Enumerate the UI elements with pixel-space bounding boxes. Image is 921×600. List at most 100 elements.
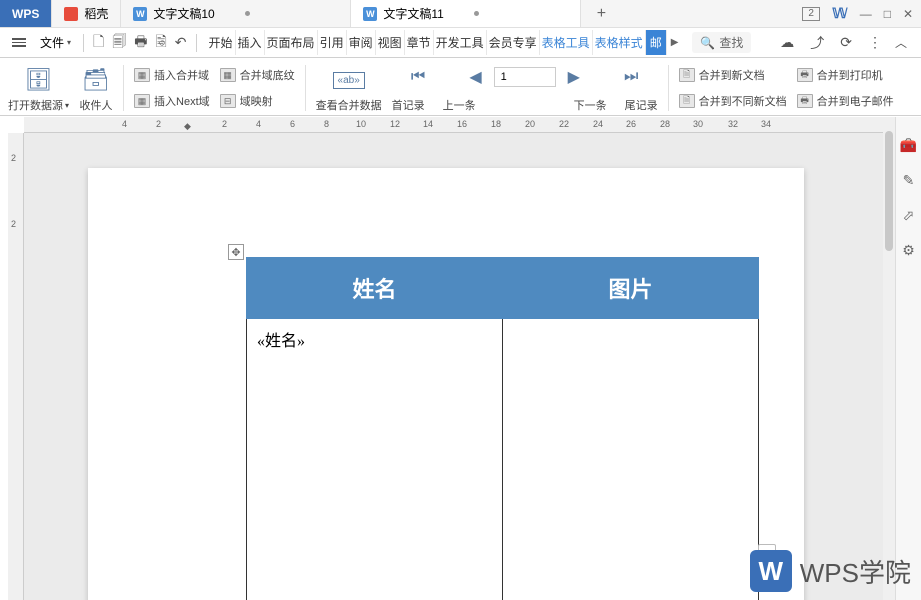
doc-icon: 🗎	[679, 68, 695, 82]
hamburger-menu[interactable]	[6, 33, 32, 52]
sync-icon[interactable]: ⟳	[837, 32, 855, 53]
insert-merge-field[interactable]: ▦插入合并域	[134, 65, 210, 85]
maximize-button[interactable]: □	[884, 7, 891, 21]
document-table[interactable]: 姓名 图片 «姓名»	[246, 257, 759, 600]
share-icon[interactable]: ⤴	[807, 31, 827, 55]
hamburger-icon	[12, 36, 26, 49]
app-tab[interactable]: WPS	[0, 0, 52, 27]
pen-icon[interactable]: ✎	[903, 172, 915, 189]
titlebar: WPS 稻壳 W文字文稿10 W文字文稿11 + 2 𝕎 — □ ✕	[0, 0, 921, 28]
menubar: 文件▾ 🗋 🗐 🖶 🗟 ↶ 开始 插入 页面布局 引用 审阅 视图 章节 开发工…	[0, 28, 921, 58]
modified-dot	[474, 11, 479, 16]
last-record[interactable]: ⏭	[620, 68, 642, 86]
table-move-handle[interactable]: ✥	[228, 244, 244, 260]
horizontal-ruler[interactable]: 4 2 ◆ 2 4 6 8 10 12 14 16 18 20 22 24 26…	[24, 117, 895, 133]
minimize-button[interactable]: —	[860, 7, 872, 21]
menu-view[interactable]: 视图	[376, 30, 405, 55]
file-menu[interactable]: 文件▾	[34, 31, 77, 54]
separator	[305, 65, 306, 111]
indent-marker[interactable]: ◆	[184, 121, 194, 129]
page[interactable]: ✥ 姓名 图片 «姓名» +	[88, 168, 804, 600]
separator	[123, 65, 124, 111]
prev-record[interactable]: ◀	[465, 67, 485, 87]
ribbon: 🗄 打开数据源▾ 🗃 收件人 ▦插入合并域 ▦插入Next域 ▦合并域底纹 ⊟域…	[0, 58, 921, 116]
menu-items: 开始 插入 页面布局 引用 审阅 视图 章节 开发工具 会员专享 表格工具 表格…	[207, 30, 683, 55]
table-add-handle[interactable]: +	[758, 544, 776, 562]
field-icon: ▦	[134, 68, 150, 82]
wps-logo-icon[interactable]: 𝕎	[832, 5, 848, 22]
first-record-label: 首记录	[392, 97, 425, 113]
cloud-icon[interactable]: ☁	[777, 32, 797, 53]
separator	[668, 65, 669, 111]
menu-start[interactable]: 开始	[207, 30, 236, 55]
menu-devtools[interactable]: 开发工具	[434, 30, 487, 55]
doc-tab-1[interactable]: W文字文稿11	[351, 0, 581, 27]
doc-tab-0[interactable]: W文字文稿10	[121, 0, 351, 27]
merge-to-printer[interactable]: 🖶合并到打印机	[797, 65, 894, 85]
doc-icon: W	[363, 7, 377, 21]
document-area: ✥ 姓名 图片 «姓名» +	[24, 133, 895, 600]
menu-tablestyle[interactable]: 表格样式	[593, 30, 646, 55]
menu-section[interactable]: 章节	[405, 30, 434, 55]
collapse-ribbon[interactable]: ︿	[895, 34, 907, 51]
settings-icon[interactable]: ⚙	[902, 242, 915, 259]
new-tab-button[interactable]: +	[581, 0, 621, 27]
window-count[interactable]: 2	[802, 7, 820, 21]
next-record[interactable]: ▶	[564, 67, 584, 87]
first-record[interactable]: ⏮	[407, 68, 429, 86]
table-cell-picture[interactable]	[503, 319, 759, 600]
menu-scroll-right[interactable]: ▶	[667, 35, 683, 50]
merge-field-shading[interactable]: ▦合并域底纹	[220, 65, 295, 85]
last-record-label: 尾记录	[625, 97, 658, 113]
shading-icon: ▦	[220, 68, 236, 82]
recipients[interactable]: 🗃 收件人	[79, 65, 113, 113]
toolbox-icon[interactable]: 🧰	[900, 137, 917, 154]
menu-mail[interactable]: 邮	[646, 30, 667, 55]
separator	[83, 34, 84, 52]
open-data-source[interactable]: 🗄 打开数据源▾	[8, 65, 69, 113]
menu-pagelayout[interactable]: 页面布局	[265, 30, 318, 55]
chevron-down-icon: ▾	[67, 38, 71, 47]
menu-review[interactable]: 审阅	[347, 30, 376, 55]
docker-icon	[64, 7, 78, 21]
view-merged-data[interactable]: «ab» 查看合并数据	[316, 65, 382, 113]
preview-icon[interactable]: 🗟	[153, 29, 170, 57]
prev-record-label: 上一条	[443, 97, 476, 113]
search-box[interactable]: 🔍查找	[692, 32, 751, 53]
printer-icon: 🖶	[797, 68, 813, 82]
table-cell-name[interactable]: «姓名»	[247, 319, 503, 600]
docker-tab[interactable]: 稻壳	[52, 0, 121, 27]
email-icon: 🖶	[797, 94, 813, 108]
field-icon: ▦	[134, 94, 150, 108]
datasource-icon: 🗄	[22, 65, 56, 95]
search-icon: 🔍	[700, 36, 715, 50]
merge-to-diff-doc[interactable]: 🗎合并到不同新文档	[679, 91, 787, 111]
record-number-input[interactable]	[494, 67, 556, 87]
field-mapping[interactable]: ⊟域映射	[220, 91, 295, 111]
close-button[interactable]: ✕	[903, 7, 913, 21]
menu-member[interactable]: 会员专享	[487, 30, 540, 55]
insert-next-field[interactable]: ▦插入Next域	[134, 91, 210, 111]
undo-icon[interactable]: ↶	[172, 32, 190, 53]
print-icon[interactable]: 🗐	[109, 29, 129, 57]
print-preview-icon[interactable]: 🖶	[131, 29, 150, 57]
vertical-ruler[interactable]: 2 2	[8, 133, 24, 600]
table-header-picture[interactable]: 图片	[503, 258, 759, 319]
select-icon[interactable]: ⬀	[903, 207, 915, 224]
view-icon: «ab»	[332, 65, 366, 95]
menu-insert[interactable]: 插入	[236, 30, 265, 55]
more-icon[interactable]: ⋮	[865, 32, 885, 53]
table-header-name[interactable]: 姓名	[247, 258, 503, 319]
merge-to-new-doc[interactable]: 🗎合并到新文档	[679, 65, 787, 85]
menu-tabletools[interactable]: 表格工具	[540, 30, 593, 55]
next-record-label: 下一条	[574, 97, 607, 113]
vertical-scrollbar[interactable]	[883, 117, 895, 600]
menu-references[interactable]: 引用	[318, 30, 347, 55]
titlebar-controls: 2 𝕎 — □ ✕	[802, 0, 921, 27]
right-sidebar: 🧰 ✎ ⬀ ⚙	[895, 117, 921, 600]
save-icon[interactable]: 🗋	[90, 29, 107, 57]
mapping-icon: ⊟	[220, 94, 236, 108]
merge-to-email[interactable]: 🖶合并到电子邮件	[797, 91, 894, 111]
scrollbar-thumb[interactable]	[885, 131, 893, 251]
doc-icon: 🗎	[679, 94, 695, 108]
